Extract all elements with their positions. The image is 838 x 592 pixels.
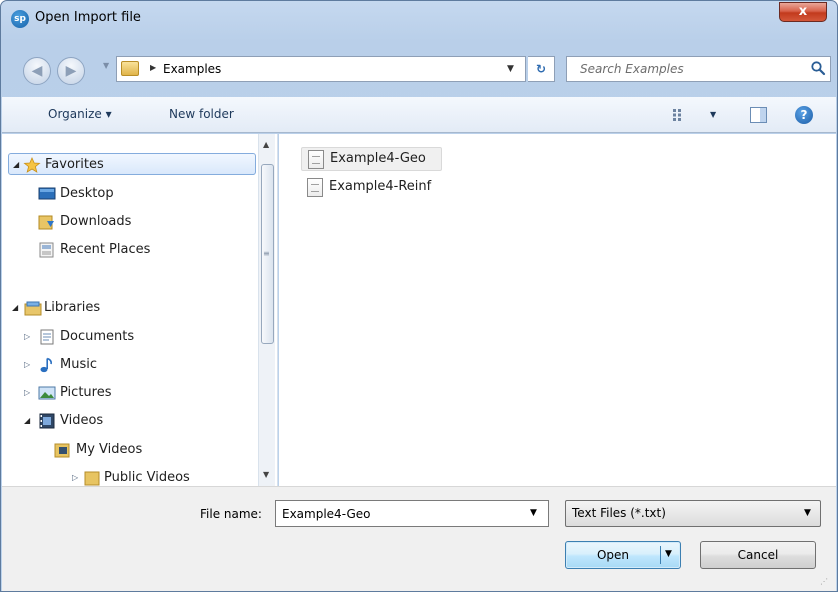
dialog-footer: File name: ▼ Text Files (*.txt) ▼ Open ▼… — [2, 486, 836, 591]
tree-item-label: Downloads — [60, 214, 132, 229]
expand-arrow-icon[interactable]: ▷ — [72, 467, 78, 486]
help-icon[interactable]: ? — [795, 106, 813, 124]
tree-item-documents[interactable]: ▷ Documents — [24, 326, 244, 348]
tree-item-libraries[interactable]: ◢ Libraries — [8, 297, 248, 319]
tree-item-label: Documents — [60, 329, 135, 344]
split-divider — [660, 546, 661, 564]
tree-item-recent-places[interactable]: Recent Places — [38, 239, 238, 261]
tree-item-label: Videos — [60, 413, 104, 428]
tree-item-music[interactable]: ▷ Music — [24, 354, 244, 376]
collapse-arrow-icon[interactable]: ◢ — [12, 297, 18, 319]
tree-item-label: Public Videos — [104, 470, 190, 485]
expand-arrow-icon[interactable]: ▷ — [24, 382, 30, 404]
breadcrumb-examples[interactable]: Examples — [163, 62, 221, 76]
file-name: Example4-Geo — [330, 151, 426, 166]
tree-item-pictures[interactable]: ▷ Pictures — [24, 382, 244, 404]
file-type-dropdown-icon: ▼ — [804, 508, 811, 518]
window-title: Open Import file — [35, 10, 141, 25]
tree-item-label: Desktop — [60, 186, 114, 201]
search-icon[interactable] — [810, 60, 826, 76]
video-folder-icon — [54, 443, 70, 458]
navigation-pane[interactable]: ◢ Favorites Desktop Downloads Recent Pla… — [2, 134, 278, 486]
tree-item-my-videos[interactable]: My Videos — [54, 439, 244, 461]
file-name-dropdown-icon[interactable]: ▼ — [530, 508, 537, 518]
tree-item-label: Music — [60, 357, 97, 372]
file-name-label: File name: — [200, 507, 262, 521]
history-buttons: ◀ ▶ — [23, 57, 101, 87]
file-name-combo[interactable]: ▼ — [275, 500, 549, 527]
title-bar: sp Open Import file x — [1, 1, 837, 33]
collapse-arrow-icon[interactable]: ◢ — [24, 410, 30, 432]
recent-locations-dropdown[interactable]: ▼ — [103, 61, 109, 70]
open-button[interactable]: Open ▼ — [565, 541, 681, 569]
recent-places-icon — [39, 242, 54, 258]
view-options-dropdown[interactable]: ▼ — [710, 110, 716, 119]
app-logo-icon: sp — [11, 10, 29, 28]
command-toolbar: Organize ▾ New folder ▼ ? — [2, 97, 836, 133]
forward-button[interactable]: ▶ — [57, 57, 85, 85]
pictures-icon — [38, 386, 56, 400]
text-file-icon — [308, 150, 324, 169]
expand-arrow-icon[interactable]: ▷ — [24, 354, 30, 376]
folder-icon — [121, 61, 139, 76]
tree-item-label: Recent Places — [60, 242, 151, 257]
navigation-scrollbar[interactable]: ▲ ≡ ▼ — [258, 134, 275, 486]
address-bar[interactable]: ▶ Examples ▼ — [116, 56, 526, 82]
music-icon — [40, 357, 52, 373]
tree-item-favorites[interactable]: ◢ Favorites — [8, 153, 256, 175]
cancel-button[interactable]: Cancel — [700, 541, 816, 569]
close-button[interactable]: x — [779, 2, 827, 22]
file-item-example4-geo[interactable]: Example4-Geo — [301, 147, 442, 171]
refresh-button[interactable]: ↻ — [528, 56, 555, 82]
folder-icon — [84, 471, 100, 486]
open-options-dropdown-icon[interactable]: ▼ — [665, 549, 672, 559]
tree-item-public-videos[interactable]: ▷ Public Videos — [72, 467, 244, 486]
tree-item-videos[interactable]: ◢ Videos — [24, 410, 244, 432]
change-view-icon[interactable] — [672, 108, 688, 122]
tree-item-label: Libraries — [44, 300, 101, 315]
tree-item-desktop[interactable]: Desktop — [38, 183, 238, 205]
tree-item-label: Pictures — [60, 385, 112, 400]
preview-pane-icon[interactable] — [750, 107, 767, 123]
file-name: Example4-Reinf — [329, 179, 432, 194]
organize-button[interactable]: Organize ▾ — [48, 107, 112, 121]
new-folder-button[interactable]: New folder — [169, 107, 234, 121]
expand-arrow-icon[interactable]: ▷ — [24, 326, 30, 348]
breadcrumb-arrow-icon[interactable]: ▶ — [150, 63, 156, 72]
scroll-down-arrow-icon[interactable]: ▼ — [263, 470, 269, 479]
file-item-example4-reinf[interactable]: Example4-Reinf — [301, 176, 451, 200]
file-name-input[interactable] — [277, 502, 521, 525]
file-type-select[interactable]: Text Files (*.txt) ▼ — [565, 500, 821, 527]
address-dropdown-icon[interactable]: ▼ — [507, 64, 514, 74]
navigation-row: ◀ ▶ ▼ ▶ Examples ▼ ↻ — [1, 53, 837, 87]
downloads-folder-icon — [38, 215, 54, 230]
star-icon — [23, 157, 41, 173]
videos-icon — [39, 413, 55, 429]
collapse-arrow-icon[interactable]: ◢ — [13, 154, 19, 176]
resize-grip-icon[interactable]: ⋰ — [820, 577, 828, 586]
tree-item-downloads[interactable]: Downloads — [38, 211, 238, 233]
forward-arrow-icon: ▶ — [65, 63, 77, 79]
file-type-value: Text Files (*.txt) — [572, 506, 666, 520]
refresh-icon: ↻ — [535, 62, 547, 76]
search-box — [566, 56, 831, 82]
file-list-pane[interactable]: Example4-Geo Example4-Reinf — [279, 134, 836, 486]
tree-item-label: Favorites — [45, 157, 104, 172]
libraries-icon — [24, 301, 42, 316]
scroll-up-arrow-icon[interactable]: ▲ — [263, 140, 269, 149]
text-file-icon — [307, 178, 323, 197]
desktop-icon — [38, 187, 56, 200]
back-button[interactable]: ◀ — [23, 57, 51, 85]
back-arrow-icon: ◀ — [31, 63, 43, 79]
search-input[interactable] — [568, 58, 798, 80]
scroll-grip-icon: ≡ — [263, 249, 270, 258]
open-button-label: Open — [596, 548, 630, 562]
open-file-dialog: sp Open Import file x ◀ ▶ ▼ ▶ Examples ▼… — [0, 0, 838, 592]
documents-icon — [40, 329, 54, 345]
tree-item-label: My Videos — [76, 442, 143, 457]
